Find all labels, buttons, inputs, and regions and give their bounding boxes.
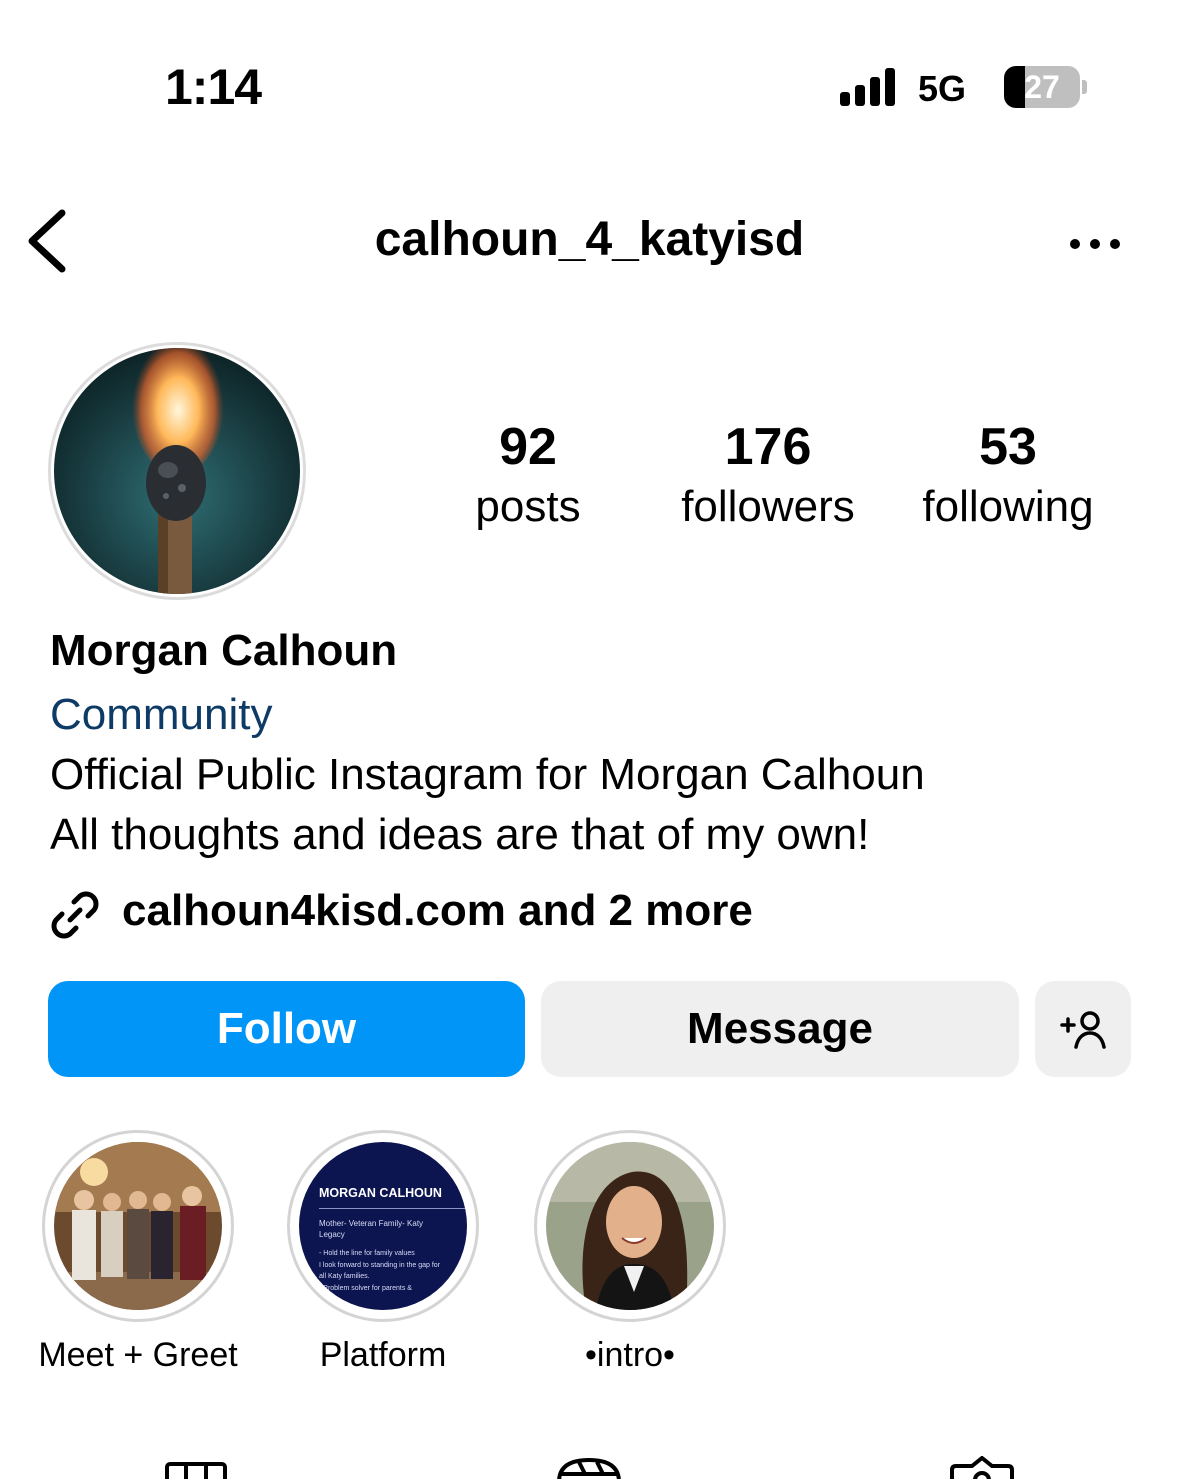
highlight-platform[interactable]: MORGAN CALHOUN Mother- Veteran Family- K… <box>299 1142 467 1310</box>
bio-line: Official Public Instagram for Morgan Cal… <box>50 750 925 799</box>
battery-tip <box>1082 80 1087 94</box>
reels-icon[interactable] <box>555 1456 623 1479</box>
stat-following-label: following <box>922 482 1094 531</box>
stat-posts-count: 92 <box>499 418 557 476</box>
stat-following-count: 53 <box>979 418 1037 476</box>
grid-icon[interactable] <box>164 1456 228 1479</box>
signal-icon <box>840 68 895 106</box>
profile-username: calhoun_4_katyisd <box>374 213 805 266</box>
portrait-image <box>546 1142 714 1310</box>
suggest-users-button[interactable] <box>1035 981 1131 1077</box>
stat-followers[interactable]: 176 followers <box>658 416 878 536</box>
profile-screen: 1:14 5G 27 calhoun_4_katyisd 92 posts 17… <box>0 0 1179 1479</box>
platform-card-text: - Hold the line for family values I look… <box>319 1248 440 1294</box>
platform-card-line: - Hold the line for family values <box>319 1250 415 1257</box>
stat-posts[interactable]: 92 posts <box>418 416 638 536</box>
avatar[interactable] <box>54 348 300 594</box>
profile-category[interactable]: Community <box>50 690 273 740</box>
stat-followers-count: 176 <box>724 418 812 476</box>
platform-card-title: MORGAN CALHOUN <box>319 1186 442 1200</box>
battery-percent: 27 <box>1024 69 1060 105</box>
platform-card-line: I look forward to standing in the gap fo… <box>319 1261 441 1269</box>
platform-card-subtitle: Mother- Veteran Family- Katy Legacy <box>319 1219 424 1239</box>
match-flame-image <box>54 348 300 594</box>
message-button[interactable]: Message <box>541 981 1019 1077</box>
highlight-intro[interactable] <box>546 1142 714 1310</box>
add-person-icon <box>1060 1011 1106 1049</box>
profile-link[interactable]: calhoun4kisd.com and 2 more <box>122 886 753 936</box>
stat-following[interactable]: 53 following <box>898 416 1118 536</box>
ellipsis-icon[interactable] <box>1068 230 1122 258</box>
status-time: 1:14 <box>165 59 262 115</box>
bio-line: All thoughts and ideas are that of my ow… <box>50 810 870 859</box>
tagged-icon[interactable] <box>948 1456 1016 1479</box>
platform-card-line: all Katy families. <box>319 1273 370 1280</box>
group-photo-image <box>54 1142 222 1310</box>
highlight-label: Platform <box>319 1336 447 1374</box>
highlight-label: •intro• <box>585 1336 675 1374</box>
divider <box>319 1208 467 1209</box>
profile-name: Morgan Calhoun <box>50 626 398 675</box>
battery-icon: 27 <box>1004 66 1080 108</box>
stat-followers-label: followers <box>681 482 855 531</box>
follow-button[interactable]: Follow <box>48 981 525 1077</box>
stat-posts-label: posts <box>475 482 581 531</box>
highlight-label: Meet + Greet <box>38 1336 238 1374</box>
link-icon <box>51 891 99 939</box>
highlight-meet-greet[interactable] <box>54 1142 222 1310</box>
platform-card-line: - Problem solver for parents & <box>319 1284 412 1292</box>
network-label: 5G <box>918 68 967 109</box>
